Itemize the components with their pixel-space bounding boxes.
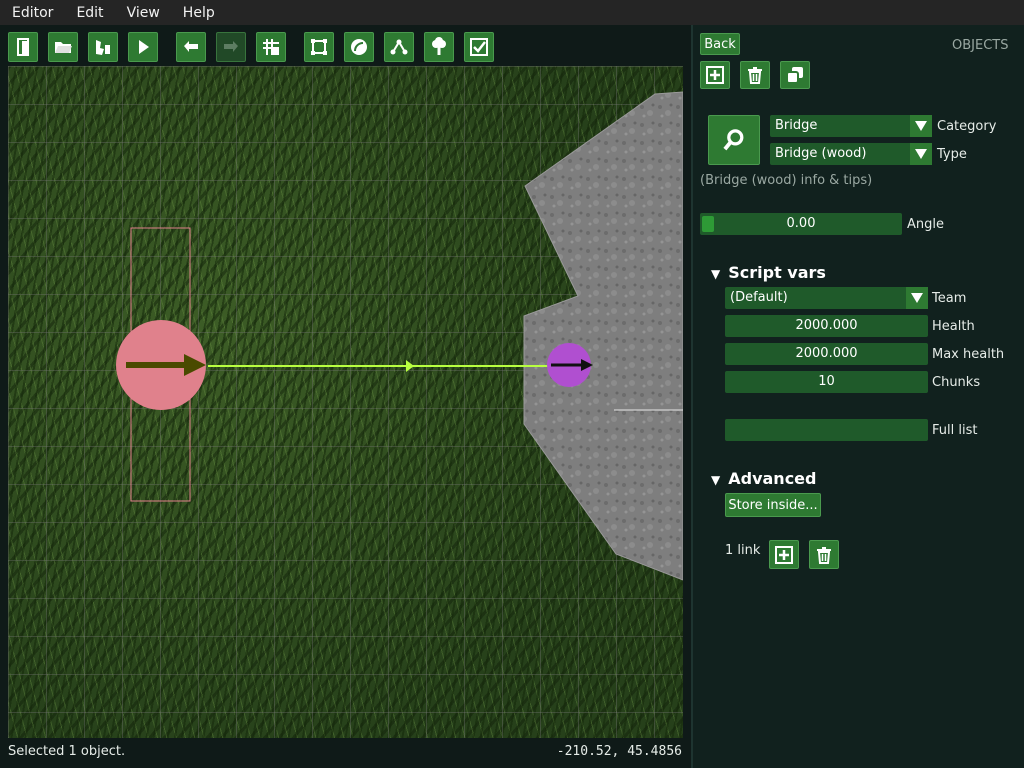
duplicate-object-button[interactable] <box>780 61 810 89</box>
max-health-label: Max health <box>932 347 1005 362</box>
category-value: Bridge <box>775 118 818 133</box>
team-dropdown[interactable]: (Default) <box>725 287 928 309</box>
save-icon <box>96 40 110 55</box>
checkbox-icon <box>470 38 488 56</box>
chunks-field[interactable]: 10 <box>725 371 928 393</box>
tree-shadow-button[interactable] <box>424 32 454 62</box>
snap-mode-button[interactable] <box>256 32 286 62</box>
info-tips-link[interactable]: (Bridge (wood) info & tips) <box>700 173 872 188</box>
script-vars-header[interactable]: ▼ Script vars <box>711 263 826 282</box>
menu-edit[interactable]: Edit <box>64 5 114 21</box>
tree-icon <box>432 37 446 55</box>
search-type-button[interactable] <box>708 115 760 165</box>
search-icon <box>723 129 744 151</box>
store-inside-button[interactable]: Store inside... <box>725 493 821 517</box>
full-list-label: Full list <box>932 423 978 438</box>
script-vars-title: Script vars <box>728 263 826 282</box>
duplicate-icon <box>786 67 803 84</box>
transform-button[interactable] <box>304 32 334 62</box>
path-nodes-icon <box>390 39 408 55</box>
type-value: Bridge (wood) <box>775 146 867 161</box>
angle-label: Angle <box>907 217 944 232</box>
delete-link-button[interactable] <box>809 540 839 569</box>
editor-canvas[interactable] <box>8 66 683 738</box>
redo-icon <box>224 41 238 52</box>
collapse-triangle-icon: ▼ <box>711 267 721 281</box>
type-dropdown[interactable]: Bridge (wood) <box>770 143 932 165</box>
chevron-down-icon <box>910 143 932 165</box>
advanced-title: Advanced <box>728 469 817 488</box>
save-button[interactable] <box>88 32 118 62</box>
objects-panel: Back OBJECTS Bridge Category Bridge (woo… <box>691 25 1024 768</box>
angle-value: 0.00 <box>786 216 816 231</box>
undo-icon <box>184 41 198 52</box>
check-button[interactable] <box>464 32 494 62</box>
health-field[interactable]: 2000.000 <box>725 315 928 337</box>
menu-help[interactable]: Help <box>171 5 226 21</box>
chunks-label: Chunks <box>932 375 981 390</box>
trash-icon <box>817 546 831 564</box>
category-label: Category <box>937 119 997 134</box>
add-link-button[interactable] <box>769 540 799 569</box>
team-value: (Default) <box>730 290 788 305</box>
chevron-down-icon <box>906 287 928 309</box>
type-label: Type <box>937 147 967 162</box>
menu-editor[interactable]: Editor <box>0 5 64 21</box>
open-folder-icon <box>55 42 72 53</box>
redo-button[interactable] <box>216 32 246 62</box>
menu-view[interactable]: View <box>115 5 171 21</box>
canvas-objects <box>116 91 683 581</box>
plus-icon <box>706 66 724 84</box>
quit-button[interactable] <box>8 32 38 62</box>
delete-object-button[interactable] <box>740 61 770 89</box>
status-message: Selected 1 object. <box>8 744 126 759</box>
stone-terrain <box>523 91 683 581</box>
full-list-field[interactable] <box>725 419 928 441</box>
rotate-button[interactable] <box>344 32 374 62</box>
back-button[interactable]: Back <box>700 33 740 55</box>
exit-door-icon <box>17 38 29 56</box>
transform-icon <box>311 39 327 55</box>
status-bar: Selected 1 object. -210.52, 45.4856 <box>0 738 690 768</box>
grid-snap-icon <box>263 39 279 55</box>
load-button[interactable] <box>48 32 78 62</box>
add-object-button[interactable] <box>700 61 730 89</box>
path-edit-button[interactable] <box>384 32 414 62</box>
play-icon <box>139 40 149 54</box>
health-label: Health <box>932 319 975 334</box>
chevron-down-icon <box>910 115 932 137</box>
category-dropdown[interactable]: Bridge <box>770 115 932 137</box>
team-label: Team <box>932 291 967 306</box>
panel-title: OBJECTS <box>952 38 1009 53</box>
angle-slider[interactable]: 0.00 <box>700 213 902 235</box>
rotate-icon <box>351 39 367 55</box>
advanced-header[interactable]: ▼ Advanced <box>711 469 816 488</box>
angle-slider-handle[interactable] <box>702 216 714 232</box>
undo-button[interactable] <box>176 32 206 62</box>
links-count: 1 link <box>725 543 761 558</box>
max-health-field[interactable]: 2000.000 <box>725 343 928 365</box>
menu-bar: Editor Edit View Help <box>0 0 1024 25</box>
play-button[interactable] <box>128 32 158 62</box>
trash-icon <box>748 67 762 84</box>
collapse-triangle-icon: ▼ <box>711 473 721 487</box>
plus-icon <box>775 545 793 564</box>
cursor-coordinates: -210.52, 45.4856 <box>556 744 682 759</box>
